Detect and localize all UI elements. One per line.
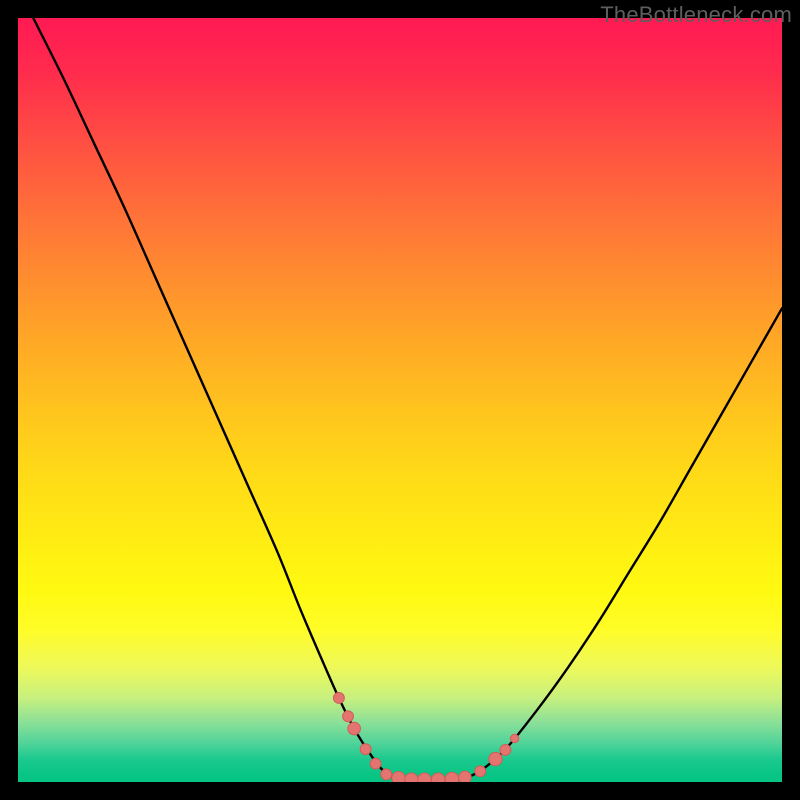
curve-marker <box>500 744 511 755</box>
curve-marker <box>360 744 371 755</box>
curve-marker <box>445 772 458 782</box>
curve-path <box>33 18 782 780</box>
curve-markers <box>333 693 518 783</box>
curve-marker <box>405 773 418 782</box>
curve-marker <box>392 771 405 782</box>
curve-marker <box>475 766 486 777</box>
curve-marker <box>431 773 444 782</box>
bottleneck-curve <box>33 18 782 780</box>
curve-marker <box>459 771 472 782</box>
chart-frame <box>18 18 782 782</box>
curve-marker <box>510 734 518 742</box>
plot-area <box>18 18 782 782</box>
watermark-label: TheBottleneck.com <box>600 2 792 28</box>
curve-marker <box>370 758 381 769</box>
curve-marker <box>348 722 361 735</box>
curve-marker <box>418 773 431 782</box>
curve-marker <box>381 769 392 780</box>
chart-svg <box>18 18 782 782</box>
curve-marker <box>333 693 344 704</box>
curve-marker <box>489 752 502 765</box>
curve-marker <box>343 711 354 722</box>
